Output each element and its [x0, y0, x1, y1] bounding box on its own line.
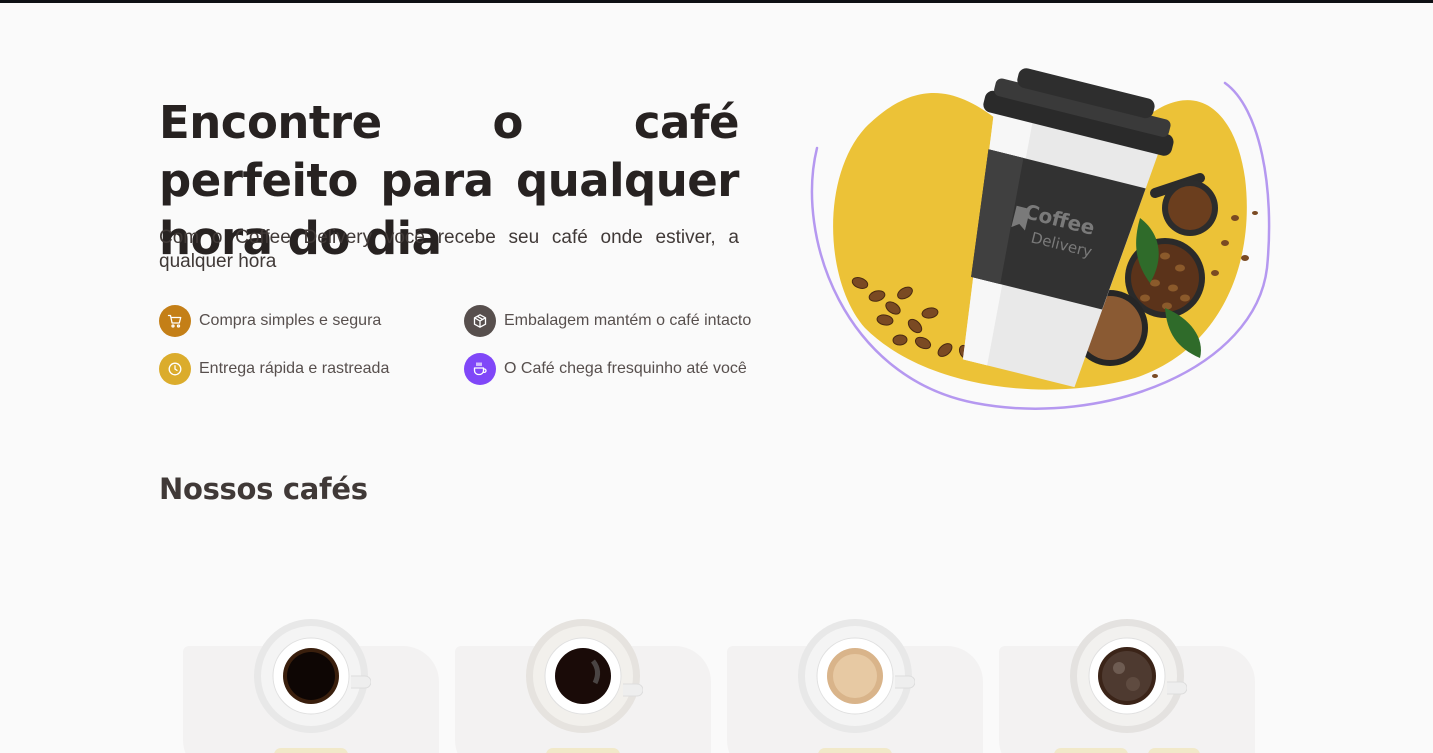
package-icon	[464, 305, 496, 337]
section-title: Nossos cafés	[159, 472, 368, 506]
timer-icon	[159, 353, 191, 385]
coffee-tag	[274, 748, 348, 753]
coffee-cup-image	[526, 619, 643, 733]
coffee-cup-image	[254, 619, 371, 733]
coffee-cup-image	[798, 619, 915, 733]
feature-label: O Café chega fresquinho até você	[504, 360, 747, 377]
coffee-tag	[1148, 748, 1200, 753]
feature-packaging: Embalagem mantém o café intacto	[464, 305, 751, 337]
feature-fast-delivery: Entrega rápida e rastreada	[159, 353, 389, 385]
feature-label: Compra simples e segura	[199, 312, 382, 329]
feature-secure-purchase: Compra simples e segura	[159, 305, 381, 337]
coffee-cup-image	[1070, 619, 1187, 733]
hero-coffee-cup-image: Coffee Delivery	[810, 68, 1271, 410]
feature-label: Entrega rápida e rastreada	[199, 360, 390, 377]
hero-subtitle: Com o Coffee Delivery você recebe seu ca…	[159, 227, 739, 272]
cart-icon	[159, 305, 191, 337]
top-border	[0, 0, 1433, 3]
coffee-tag	[818, 748, 892, 753]
coffee-tag	[546, 748, 620, 753]
coffee-tag	[1054, 748, 1128, 753]
feature-fresh-coffee: O Café chega fresquinho até você	[464, 353, 747, 385]
feature-label: Embalagem mantém o café intacto	[504, 312, 752, 329]
coffee-icon	[464, 353, 496, 385]
